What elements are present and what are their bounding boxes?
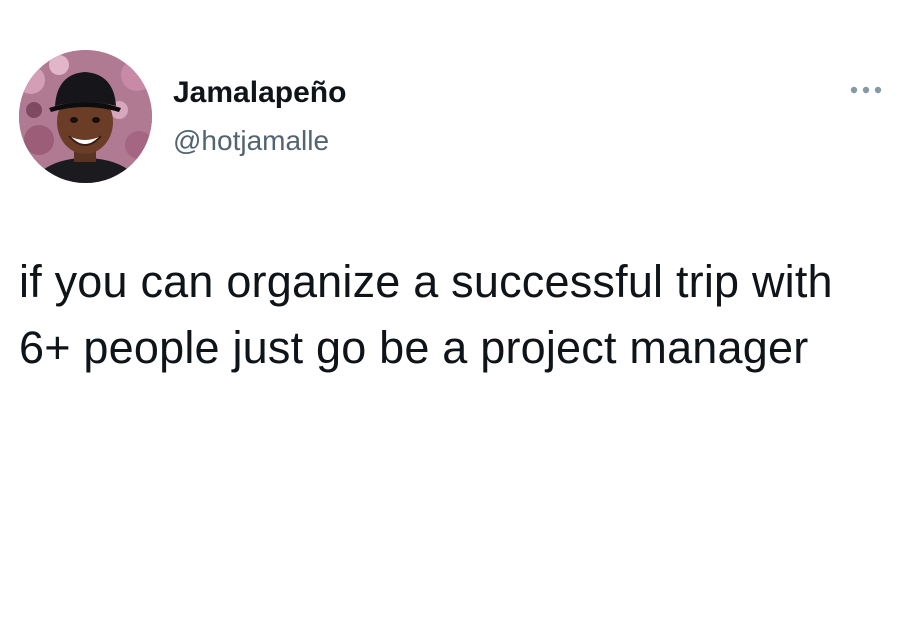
more-options-icon[interactable] — [846, 80, 886, 100]
tweet-card: Jamalapeño @hotjamalle if you can organi… — [0, 0, 910, 628]
avatar[interactable] — [19, 50, 152, 183]
author-display-name[interactable]: Jamalapeño — [173, 73, 346, 113]
avatar-photo — [19, 50, 152, 183]
tweet-text: if you can organize a successful trip wi… — [19, 256, 833, 373]
author-handle[interactable]: @hotjamalle — [173, 123, 329, 159]
